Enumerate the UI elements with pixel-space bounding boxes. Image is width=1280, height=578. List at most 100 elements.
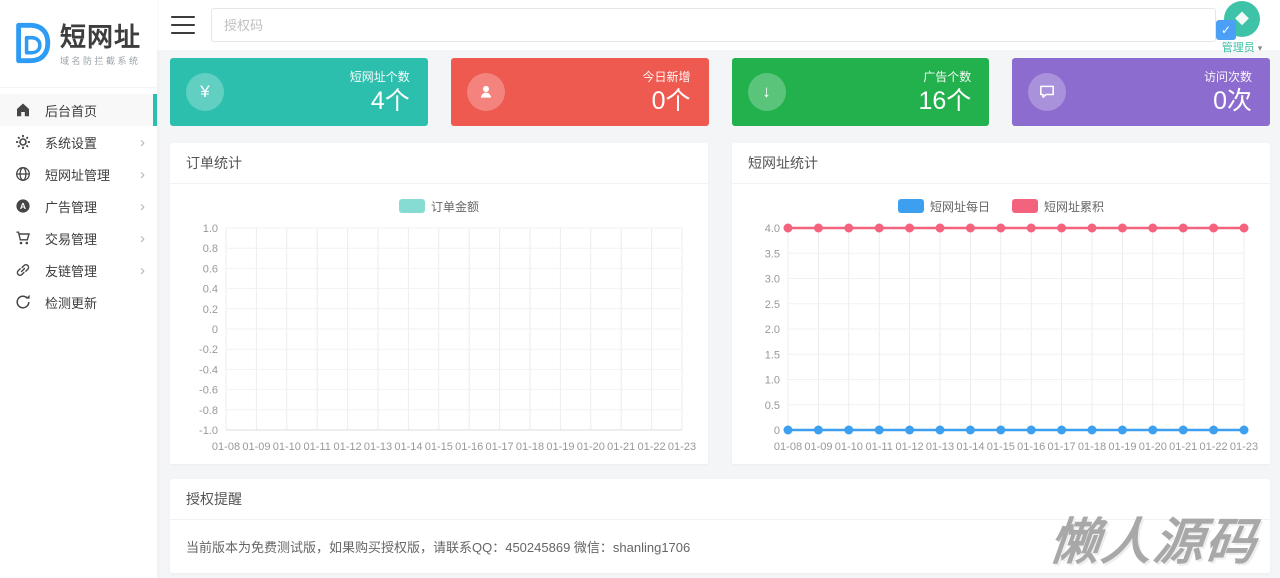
svg-text:01-18: 01-18 <box>516 441 544 453</box>
orders-chart-panel: 订单统计 订单金额 01-08 01-09 01-10 01-11 01-12 01-13… <box>170 143 708 464</box>
shorturl-chart-legend: 短网址每日 短网址累积 <box>744 196 1258 216</box>
orders-chart: 01-08 01-09 01-10 01-11 01-12 01-13 01-14 01-15… <box>199 223 696 453</box>
panel-title: 订单统计 <box>170 143 708 184</box>
sidebar-item-trade-manage[interactable]: 交易管理 › <box>0 222 157 254</box>
license-panel: 授权提醒 当前版本为免费测试版，如果购买授权版，请联系QQ：450245869 … <box>170 479 1270 573</box>
svg-text:01-08: 01-08 <box>774 441 802 453</box>
charts-row: 订单统计 订单金额 01-08 01-09 01-10 01-11 01-12 01-13… <box>170 143 1270 464</box>
license-text: 当前版本为免费测试版，如果购买授权版，请联系QQ：450245869 微信：sh… <box>186 540 691 555</box>
svg-text:01-13: 01-13 <box>926 441 954 453</box>
sidebar-item-label: 系统设置 <box>45 135 98 151</box>
panel-title: 授权提醒 <box>170 479 1270 520</box>
arrow-down-icon: ↓ <box>747 73 786 111</box>
stat-cards-row: ¥ 短网址个数 4个 今日新增 0个 ↓ 广告个数 16个 访问次数 0次 <box>170 58 1270 126</box>
user-icon <box>466 73 505 111</box>
gear-icon <box>15 134 31 150</box>
svg-text:4.0: 4.0 <box>765 223 780 235</box>
brand-subtitle: 域名防拦截系统 <box>60 56 141 66</box>
svg-text:3.0: 3.0 <box>765 274 780 286</box>
svg-text:01-20: 01-20 <box>1139 441 1167 453</box>
sidebar-item-shorturl-manage[interactable]: 短网址管理 › <box>0 158 157 190</box>
legend-item[interactable]: 短网址每日 <box>897 198 990 215</box>
legend-swatch-icon <box>398 199 425 213</box>
svg-text:01-23: 01-23 <box>1230 441 1258 453</box>
svg-text:01-11: 01-11 <box>866 441 893 453</box>
orders-chart-legend: 订单金额 <box>182 196 696 216</box>
svg-text:1.0: 1.0 <box>203 223 218 235</box>
sidebar-item-system-settings[interactable]: 系统设置 › <box>0 126 157 158</box>
stat-label: 广告个数 <box>923 70 972 85</box>
svg-text:1.0: 1.0 <box>765 375 780 387</box>
shorturl-chart-panel: 短网址统计 短网址每日 短网址累积 01-08 01-09 01-10 01-11 01-… <box>732 143 1270 464</box>
sidebar-item-check-update[interactable]: 检测更新 <box>0 286 157 318</box>
svg-text:3.5: 3.5 <box>765 248 780 260</box>
refresh-icon <box>15 294 31 310</box>
svg-text:01-20: 01-20 <box>577 441 605 453</box>
svg-text:01-17: 01-17 <box>1048 441 1076 453</box>
svg-text:0: 0 <box>212 324 218 336</box>
sidebar-item-home[interactable]: 后台首页 <box>0 94 157 126</box>
svg-text:01-16: 01-16 <box>455 441 483 453</box>
chevron-right-icon: › <box>140 165 145 183</box>
svg-text:0.6: 0.6 <box>203 263 218 275</box>
svg-text:2.5: 2.5 <box>765 299 780 311</box>
stat-value: 4个 <box>370 87 410 116</box>
svg-text:0.8: 0.8 <box>203 243 218 255</box>
svg-text:01-12: 01-12 <box>896 441 924 453</box>
sidebar-item-label: 友链管理 <box>45 263 98 279</box>
sidebar-menu: 后台首页 系统设置 › 短网址管理 › A 广告管理 › 交易管理 › 友链管理… <box>0 88 157 318</box>
auth-code-input[interactable] <box>211 8 1216 42</box>
legend-label: 订单金额 <box>430 199 479 214</box>
stat-label: 短网址个数 <box>349 70 410 85</box>
sidebar-item-links-manage[interactable]: 友链管理 › <box>0 254 157 286</box>
svg-text:0: 0 <box>774 425 780 437</box>
svg-text:-1.0: -1.0 <box>199 425 218 437</box>
svg-text:01-10: 01-10 <box>273 441 301 453</box>
brand-name: 短网址 <box>60 22 142 52</box>
link-icon <box>15 262 31 278</box>
svg-text:01-14: 01-14 <box>394 441 422 453</box>
main-content: ¥ 短网址个数 4个 今日新增 0个 ↓ 广告个数 16个 访问次数 0次 订单… <box>157 50 1280 573</box>
cart-icon <box>15 230 31 246</box>
svg-text:01-09: 01-09 <box>242 441 270 453</box>
svg-text:01-09: 01-09 <box>804 441 832 453</box>
legend-swatch-icon <box>897 199 924 213</box>
stat-card-today-new: 今日新增 0个 <box>450 58 709 126</box>
svg-text:-0.8: -0.8 <box>199 405 218 417</box>
chat-icon <box>1028 73 1067 111</box>
user-name-label: 管理员 <box>1221 42 1255 54</box>
svg-text:0.2: 0.2 <box>203 304 218 316</box>
menu-toggle-button[interactable] <box>171 16 195 34</box>
brand-logo[interactable]: 短网址 域名防拦截系统 <box>0 0 157 88</box>
svg-text:01-16: 01-16 <box>1017 441 1045 453</box>
stat-value: 16个 <box>918 87 972 116</box>
svg-text:1.5: 1.5 <box>765 349 780 361</box>
shorturl-chart: 01-08 01-09 01-10 01-11 01-12 01-13 01-14 01-15… <box>765 223 1258 453</box>
legend-item[interactable]: 短网址累积 <box>1012 198 1104 215</box>
svg-text:01-18: 01-18 <box>1078 441 1106 453</box>
svg-text:01-11: 01-11 <box>304 441 331 453</box>
topbar <box>157 0 1280 50</box>
svg-text:01-19: 01-19 <box>546 441 574 453</box>
stat-label: 访问次数 <box>1203 70 1252 85</box>
svg-text:01-22: 01-22 <box>1200 441 1228 453</box>
svg-text:01-22: 01-22 <box>638 441 666 453</box>
home-icon <box>15 102 31 118</box>
legend-item[interactable]: 订单金额 <box>398 198 479 215</box>
svg-text:01-12: 01-12 <box>334 441 362 453</box>
svg-text:0.4: 0.4 <box>203 284 218 296</box>
svg-text:01-08: 01-08 <box>212 441 240 453</box>
ad-icon: A <box>15 198 31 214</box>
legend-label: 短网址累积 <box>1044 199 1105 214</box>
globe-icon <box>15 166 31 182</box>
chevron-right-icon: › <box>140 197 145 215</box>
sidebar-item-label: 检测更新 <box>45 295 98 311</box>
stat-value: 0次 <box>1213 87 1252 116</box>
sidebar-item-ads-manage[interactable]: A 广告管理 › <box>0 190 157 222</box>
chevron-right-icon: › <box>140 229 145 247</box>
svg-text:01-23: 01-23 <box>668 441 696 453</box>
svg-text:01-21: 01-21 <box>1169 441 1197 453</box>
user-menu[interactable]: ✓ 管理员 ▾ <box>1214 1 1270 55</box>
stat-value: 0个 <box>651 87 691 116</box>
svg-text:01-21: 01-21 <box>607 441 635 453</box>
